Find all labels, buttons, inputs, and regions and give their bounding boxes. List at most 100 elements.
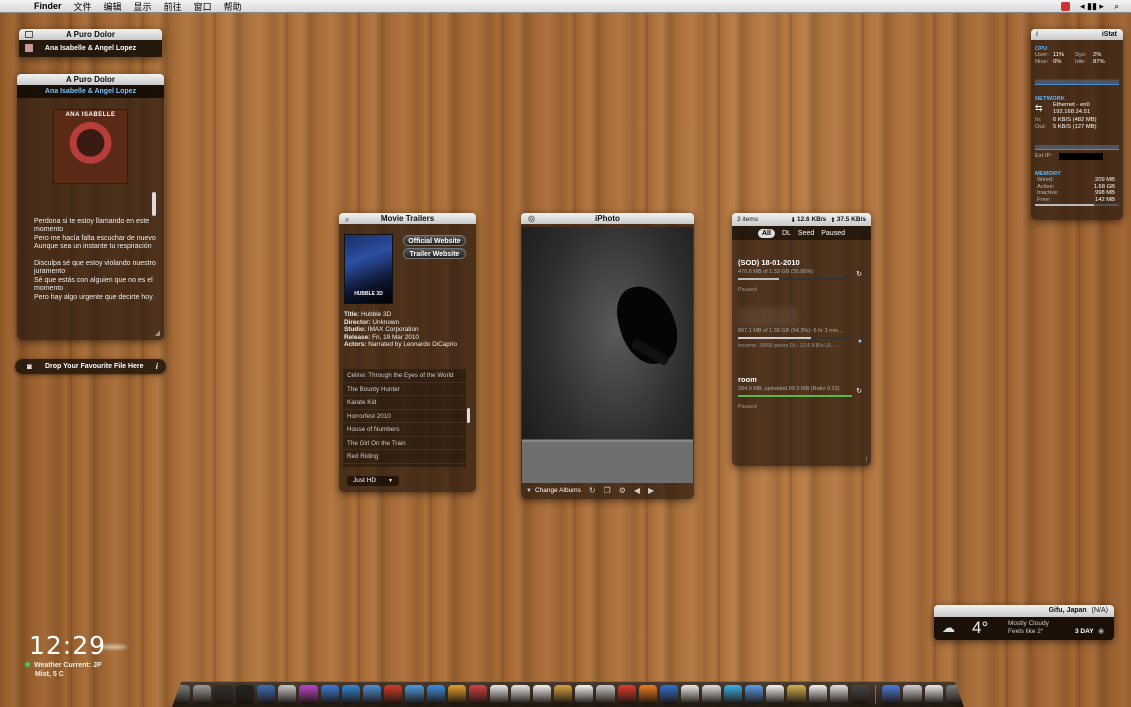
list-item[interactable]: House of Numbers [343, 423, 466, 437]
resume-icon[interactable]: ↻ [856, 387, 862, 395]
dock-app-icon[interactable] [405, 685, 424, 704]
dock-app-icon[interactable] [787, 685, 806, 704]
dock-app-icon[interactable] [924, 685, 943, 704]
album-thumb-icon [25, 44, 33, 52]
dock-app-icon[interactable] [299, 685, 318, 704]
list-item[interactable]: The Bounty Hunter [343, 383, 466, 396]
torrent-entry[interactable]: room 284.0 MB, uploaded 99.3 MB (Ratio 0… [738, 375, 866, 410]
dock-app-icon[interactable] [808, 685, 827, 704]
arrow-right-icon[interactable]: ▶ [648, 486, 654, 495]
official-website-button[interactable]: Official Website [403, 235, 466, 246]
dock-app-icon[interactable] [744, 685, 764, 704]
dock-app-icon[interactable] [766, 685, 785, 704]
refresh-icon[interactable]: ↻ [589, 486, 596, 495]
drop-file-widget[interactable]: ◙ Drop Your Favourite File Here i [15, 359, 166, 374]
dock-app-icon[interactable] [384, 685, 403, 704]
spotlight-icon[interactable]: ⌕ [1114, 1, 1119, 12]
dock-app-icon[interactable] [702, 685, 721, 704]
info-icon[interactable]: i [866, 457, 867, 463]
menu-help[interactable]: 帮助 [224, 0, 242, 13]
tab-paused[interactable]: Paused [821, 230, 845, 237]
search-icon[interactable]: ⌕ [345, 214, 349, 225]
menu-edit[interactable]: 编辑 [104, 0, 122, 13]
dock-app-icon[interactable] [596, 685, 615, 704]
menu-bar: Finder 文件 编辑 显示 前往 窗口 帮助 ◂ ▮▮ ▸ ⌕ [0, 0, 1131, 13]
tab-all[interactable]: All [757, 228, 775, 238]
network-out-label: Out: [1035, 123, 1046, 130]
tab-dl[interactable]: DL [782, 230, 791, 237]
dock-app-icon[interactable] [362, 685, 382, 704]
copy-icon[interactable]: ❐ [604, 486, 611, 495]
dock-app-icon[interactable] [532, 685, 551, 704]
trailer-website-button[interactable]: Trailer Website [403, 248, 466, 259]
istat-title: i iStat [1031, 29, 1123, 40]
cpu-user-value: 11% [1053, 52, 1065, 58]
list-item[interactable]: Horrorfest 2010 [343, 410, 466, 423]
menu-app-finder[interactable]: Finder [34, 1, 62, 11]
eye-icon[interactable]: ◎ [528, 213, 535, 224]
quality-select[interactable]: Just HD ▼ [347, 476, 399, 486]
dock-app-icon[interactable] [553, 685, 573, 704]
dock-app-icon[interactable] [660, 685, 679, 704]
media-controls-icon[interactable]: ◂ ▮▮ ▸ [1080, 1, 1104, 12]
clock-glow [101, 645, 127, 649]
dock-app-icon[interactable] [829, 685, 848, 704]
dock-app-icon[interactable] [469, 685, 488, 704]
change-albums-button[interactable]: Change Albums [535, 487, 581, 494]
dock-app-icon[interactable] [882, 685, 901, 704]
dock-app-icon[interactable] [193, 685, 212, 704]
tab-seed[interactable]: Seed [798, 230, 814, 237]
dock-app-icon[interactable] [235, 685, 254, 704]
list-item[interactable]: Celine: Through the Eyes of the World [343, 369, 466, 383]
menu-go[interactable]: 前往 [164, 0, 182, 13]
dock-app-icon[interactable] [214, 685, 233, 704]
dock-app-icon[interactable] [426, 685, 445, 704]
dock-app-icon[interactable] [511, 685, 530, 704]
weather-conditions: Mostly Cloudy Feels like 2° [1008, 620, 1049, 636]
dock-app-icon[interactable] [638, 685, 658, 704]
dock-app-icon[interactable] [447, 685, 467, 704]
dock-app-icon[interactable] [490, 685, 509, 704]
poster-title-text: HUBBLE 3D [354, 291, 383, 297]
menu-file[interactable]: 文件 [74, 0, 92, 13]
dock-app-icon[interactable] [617, 685, 636, 704]
dock-app-icon[interactable] [278, 685, 297, 704]
dock-app-icon[interactable] [723, 685, 742, 704]
menu-extras: ◂ ▮▮ ▸ ⌕ [1061, 1, 1119, 12]
arrow-left-icon[interactable]: ◀ [634, 486, 640, 495]
iphoto-widget: ◎ iPhoto ▼ Change Albums ↻ ❐ ⚙ ◀ ▶ [521, 213, 694, 499]
menu-window[interactable]: 窗口 [194, 0, 212, 13]
info-icon[interactable]: ◉ [1098, 627, 1104, 635]
resize-handle-icon[interactable]: ◢ [155, 329, 160, 337]
three-day-button[interactable]: 3 DAY [1075, 628, 1094, 635]
list-item[interactable]: Red Riding [343, 450, 466, 464]
info-icon[interactable]: i [1036, 29, 1038, 40]
active-dot-icon[interactable]: ● [858, 338, 862, 345]
chevron-down-icon[interactable]: ▼ [526, 488, 532, 494]
lyrics-scrollbar[interactable] [152, 192, 156, 216]
info-button[interactable]: i [156, 362, 158, 371]
weather-title: Gifu, Japan (N/A) [934, 605, 1114, 617]
torrent-entry[interactable]: 897.1 MB of 1.38 GB (64.3%)- 6 hr 3 min.… [738, 326, 866, 349]
dock-app-icon[interactable] [172, 685, 191, 704]
status-app-icon[interactable] [1061, 1, 1070, 11]
menu-view[interactable]: 显示 [134, 0, 152, 13]
dock-app-icon[interactable] [681, 685, 700, 704]
torrent-meta: 897.1 MB of 1.38 GB (64.3%)- 6 hr 3 min.… [738, 328, 843, 334]
movie-poster[interactable]: HUBBLE 3D [344, 234, 393, 304]
list-item[interactable]: Karate Kid [343, 396, 466, 410]
dock-app-icon[interactable] [320, 685, 339, 704]
dock-app-icon[interactable] [903, 685, 922, 704]
dock-app-icon[interactable] [256, 685, 276, 704]
dock-app-icon[interactable] [575, 685, 594, 704]
resume-icon[interactable]: ↻ [856, 270, 862, 278]
trailer-list-scrollbar[interactable] [467, 408, 470, 423]
settings-icon[interactable]: ⚙ [619, 486, 626, 495]
dock-app-icon[interactable] [341, 685, 360, 704]
torrent-entry[interactable]: (SOD) 18-01-2010 470.6 MB of 1.33 GB (35… [738, 258, 866, 293]
status-dot-icon [25, 662, 30, 667]
photo-preview[interactable] [522, 227, 693, 483]
list-item[interactable]: The Girl On the Train [343, 437, 466, 450]
dock-app-icon[interactable] [945, 685, 964, 704]
dock-app-icon[interactable] [850, 685, 870, 704]
